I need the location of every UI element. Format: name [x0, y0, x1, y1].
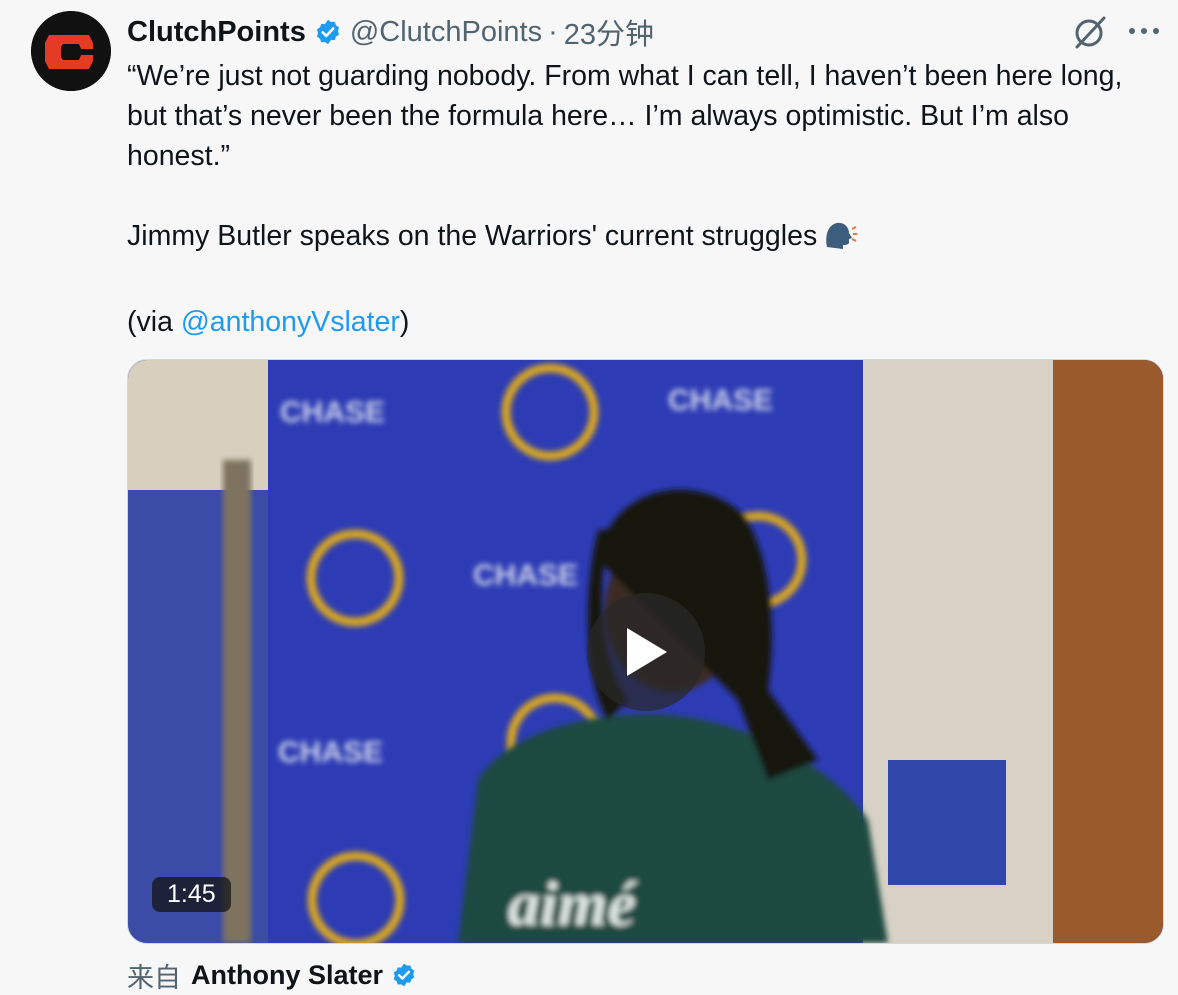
via-suffix: ): [399, 306, 410, 338]
verified-badge-icon: [314, 18, 342, 46]
verified-badge-icon: [391, 962, 417, 988]
timestamp[interactable]: 23分钟: [564, 11, 654, 53]
more-icon[interactable]: [1127, 26, 1161, 36]
tweet-body: Jimmy Butler speaks on the Warriors' cur…: [127, 220, 818, 252]
author-name[interactable]: ClutchPoints: [127, 16, 306, 49]
tweet-header: ClutchPoints @ClutchPoints · 23分钟: [127, 12, 654, 52]
tweet-text: “We’re just not guarding nobody. From wh…: [127, 56, 1167, 342]
play-icon: [627, 628, 667, 676]
video-player[interactable]: CHASE CHASE CHASE CHASE aimé 1:45: [127, 359, 1164, 944]
backdrop-text: CHASE: [668, 384, 773, 417]
grok-icon[interactable]: [1072, 14, 1108, 50]
tweet-quote: “We’re just not guarding nobody. From wh…: [127, 60, 1131, 172]
avatar[interactable]: [31, 11, 111, 91]
speaking-head-icon: [823, 219, 858, 262]
author-handle[interactable]: @ClutchPoints: [350, 16, 542, 49]
backdrop-text: CHASE: [280, 396, 385, 429]
via-prefix: (via: [127, 306, 181, 338]
source-author[interactable]: Anthony Slater: [191, 960, 383, 991]
source-prefix: 来自: [127, 962, 181, 993]
video-duration: 1:45: [152, 877, 231, 912]
video-source: 来自 Anthony Slater: [127, 955, 425, 995]
separator-dot: ·: [548, 15, 558, 48]
backdrop-text: CHASE: [473, 559, 578, 592]
jacket-text: aimé: [508, 868, 639, 939]
via-mention-link[interactable]: @anthonyVslater: [181, 306, 400, 338]
play-button[interactable]: [587, 593, 705, 711]
backdrop-text: CHASE: [278, 736, 383, 769]
clutchpoints-logo: [31, 11, 111, 91]
